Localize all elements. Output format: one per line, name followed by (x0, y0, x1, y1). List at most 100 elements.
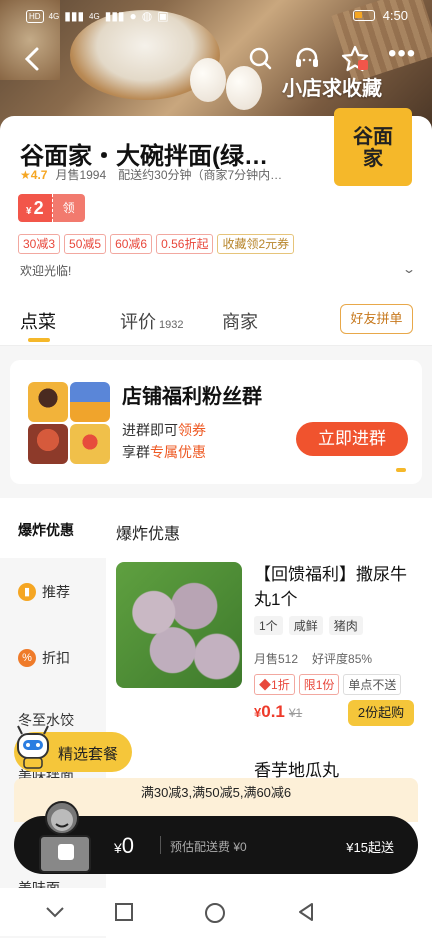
fan-group-benefit: 享群专属优惠 (122, 442, 206, 462)
monthly-sales: 月售1994 (55, 168, 107, 182)
product-rating: 好评度85% (312, 652, 373, 666)
category-item-deals[interactable]: 爆炸优惠 (18, 520, 74, 540)
category-label: 推荐 (42, 584, 70, 600)
promo-tag: 30减3 (18, 234, 61, 254)
min-order-text: ¥15起送 (346, 840, 394, 855)
coupon-value: 2 (33, 198, 44, 218)
back-icon[interactable] (296, 902, 316, 922)
delivery-fee: 预估配送费 ¥0 (170, 840, 247, 854)
avatar (70, 382, 110, 422)
product-image[interactable] (116, 562, 242, 688)
product-promos: ◆1折 限1份 单点不送 (254, 674, 402, 695)
welcome-text: 欢迎光临! (20, 264, 72, 278)
tab-label: 点菜 (20, 312, 56, 332)
category-item-discount[interactable]: % 折扣 (18, 648, 70, 668)
tag-icon: ◆ (259, 678, 272, 692)
shop-tabs: 点菜 评价 1932 商家 好友拼单 (0, 296, 432, 346)
product-meta: 月售512 好评度85% (254, 650, 386, 667)
headset-icon (296, 47, 318, 67)
shop-logo-text: 家 (363, 146, 383, 170)
shop-info-card: 谷面家・大碗拌面(绿… 谷面家 ★4.7 月售1994 配送约30分钟（商家7分钟内… (0, 108, 432, 306)
status-badge: HD (26, 9, 44, 23)
benefit-text: 享群 (122, 444, 150, 460)
tab-label: 评价 (120, 312, 156, 332)
fan-group-benefit: 进群即可领券 (122, 420, 206, 440)
favorite-coupon-tag[interactable]: 收藏领2元券 (217, 234, 295, 254)
cart-total: ¥0 (114, 833, 134, 859)
clock: 4:50 (382, 8, 408, 23)
promo-tag: 0.56折起 (156, 234, 214, 254)
customer-service-button[interactable] (292, 44, 322, 74)
system-navigation-bar (0, 888, 432, 936)
no-single-delivery-tag: 单点不送 (343, 674, 402, 695)
shop-coupon[interactable]: ¥2 领 (18, 194, 85, 222)
chevron-down-icon: ⌄ (401, 262, 417, 276)
banner-egg-image (190, 58, 226, 102)
tab-reviews[interactable]: 评价 1932 (120, 308, 183, 334)
search-button[interactable] (246, 44, 276, 74)
home-icon[interactable] (204, 902, 226, 924)
avatar (28, 424, 68, 464)
tab-label: 商家 (222, 312, 258, 332)
battery-icon (352, 10, 375, 21)
recent-apps-icon[interactable] (114, 902, 134, 922)
tab-merchant[interactable]: 商家 (222, 308, 258, 334)
benefit-text: 进群即可 (122, 422, 178, 438)
back-button[interactable] (22, 46, 42, 79)
product-sales: 月售512 (254, 652, 299, 666)
shop-logo: 谷面家 (334, 108, 412, 186)
delivery-info: 配送约30分钟（商家7分钟内… (118, 168, 283, 182)
coupon-amount: ¥2 (18, 194, 52, 222)
group-order-button[interactable]: 好友拼单 (340, 304, 413, 334)
tab-menu[interactable]: 点菜 (20, 308, 56, 334)
section-title: 爆炸优惠 (116, 526, 181, 543)
network-label: 4G (48, 11, 60, 21)
cart-mascot-icon[interactable] (34, 796, 96, 876)
favorite-button[interactable] (340, 44, 370, 74)
product-tag: 1个 (254, 616, 283, 635)
shop-meta: ★4.7 月售1994 配送约30分钟（商家7分钟内… (20, 166, 310, 183)
category-label: 爆炸优惠 (18, 522, 74, 538)
review-count: 1932 (159, 319, 184, 331)
more-icon: ••• (388, 40, 417, 67)
signal-icon: ▮▮▮ (64, 9, 85, 23)
product-tag: 咸鲜 (288, 616, 323, 635)
hide-keyboard-icon[interactable] (44, 902, 66, 922)
cart-total-value: 0 (121, 833, 135, 858)
product-tags: 1个 咸鲜 猪肉 (254, 616, 363, 635)
min-purchase-button[interactable]: 2份起购 (348, 700, 414, 726)
product-price: ¥0.1 ¥1 (254, 702, 302, 722)
network-label: 4G (89, 11, 100, 21)
carousel-indicator (396, 468, 406, 472)
status-bar: HD 4G ▮▮▮ 4G ▮▮▮ ● ◍ ▣ 4:50 (0, 0, 432, 32)
fan-group-title: 店铺福利粉丝群 (122, 386, 262, 408)
discount-tag: ◆1折 (254, 674, 295, 695)
group-avatars (28, 382, 110, 464)
limit-tag: 限1份 (298, 674, 340, 695)
avatar (28, 382, 68, 422)
price-value: 0.1 (261, 702, 285, 721)
search-icon (249, 47, 272, 70)
fan-group-card[interactable]: 店铺福利粉丝群 进群即可领券 享群专属优惠 立即进群 (10, 360, 422, 484)
app-notification-icon: ● (129, 9, 137, 23)
join-group-button[interactable]: 立即进群 (296, 422, 408, 456)
currency-symbol: ¥ (114, 840, 122, 856)
shop-rating: 4.7 (30, 168, 48, 182)
star-icon: ★ (20, 168, 31, 182)
more-button[interactable]: ••• (388, 40, 416, 68)
discount-icon: % (18, 649, 36, 667)
chevron-left-icon (24, 47, 39, 71)
active-tab-indicator (28, 338, 50, 342)
category-label: 折扣 (42, 650, 70, 666)
expand-button[interactable]: ⌄ (402, 262, 416, 276)
shop-logo-text: 谷面 (353, 124, 393, 148)
coupon-get-button[interactable]: 领 (51, 194, 85, 222)
benefit-highlight: 领券 (178, 422, 206, 438)
product-name[interactable]: 【回馈福利】撒尿牛丸1个 (254, 562, 418, 612)
divider (160, 836, 161, 854)
promo-tag: 60减6 (110, 234, 153, 254)
message-icon: ◍ (141, 9, 153, 23)
product-tag: 猪肉 (328, 616, 363, 635)
bookmark-icon: ▮ (18, 583, 36, 601)
category-item-recommend[interactable]: ▮ 推荐 (18, 582, 70, 602)
